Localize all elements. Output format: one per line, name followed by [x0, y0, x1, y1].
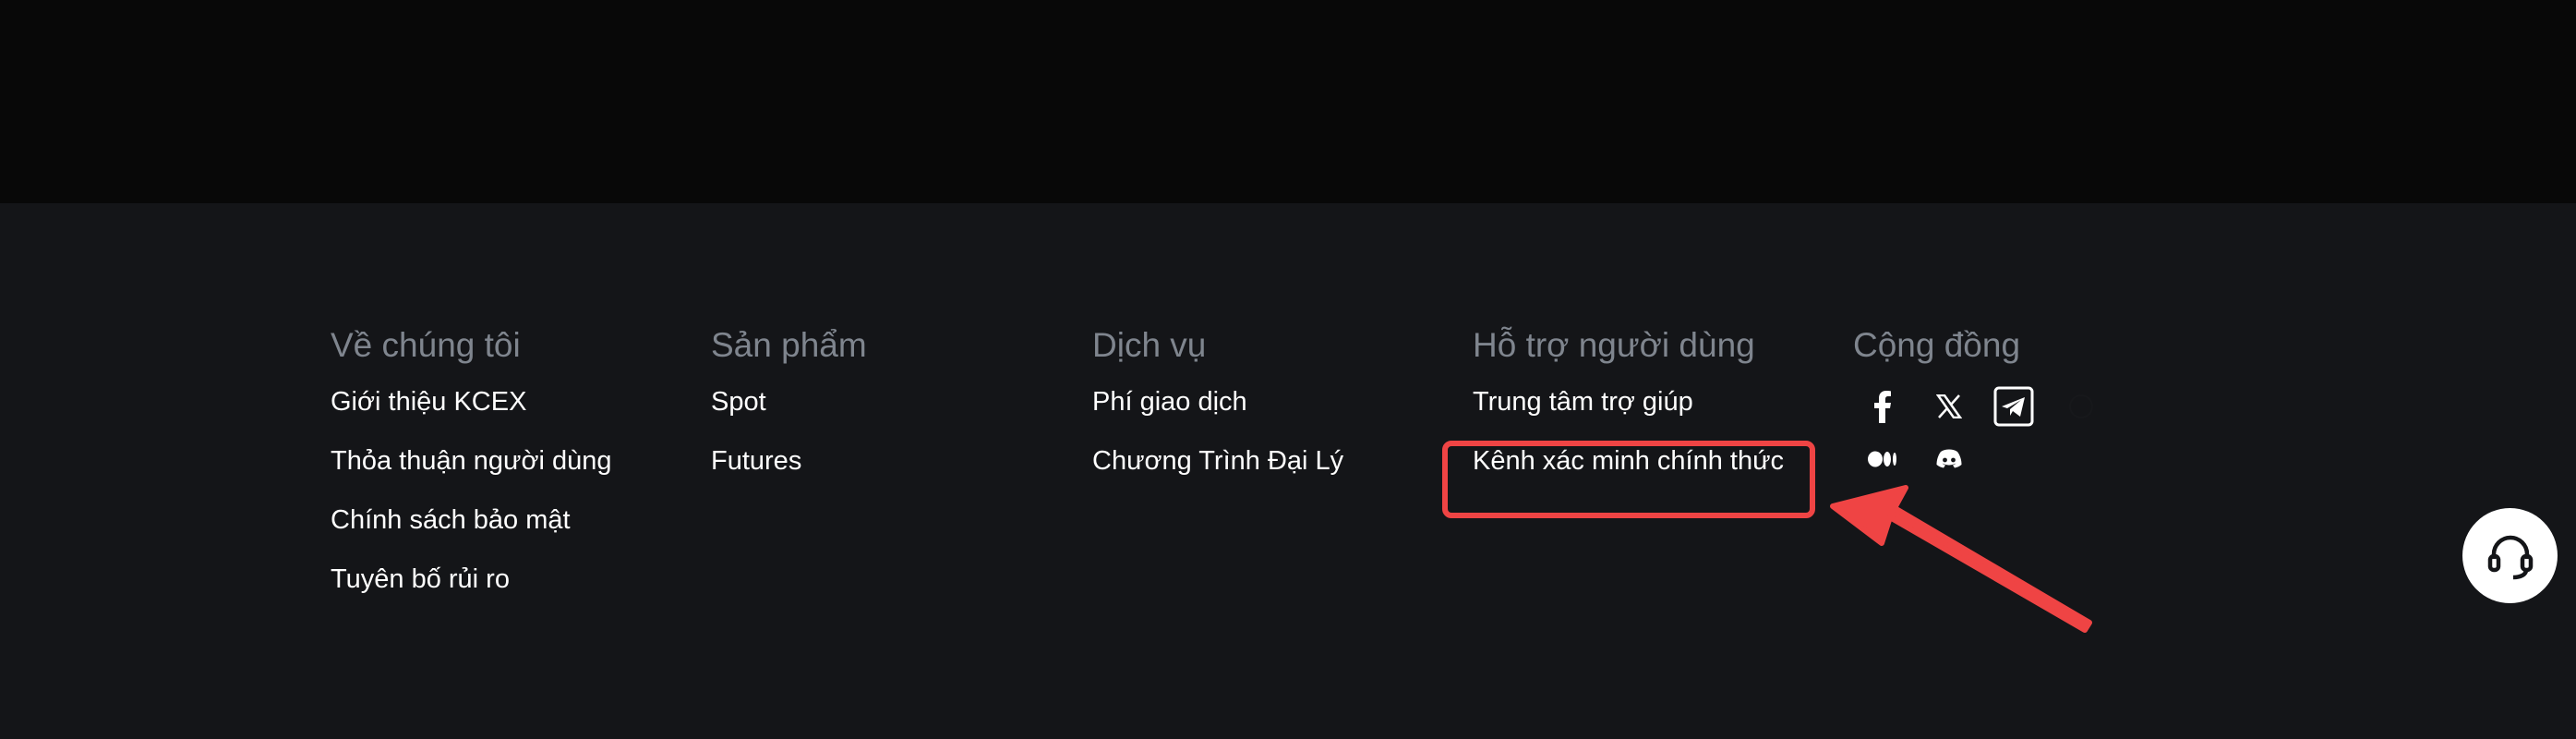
- footer-column-services: Dịch vụ Phí giao dịch Chương Trình Đại L…: [1092, 325, 1343, 504]
- link-user-agreement[interactable]: Thỏa thuận người dùng: [331, 445, 612, 504]
- telegram-icon[interactable]: [1993, 386, 2034, 427]
- customer-support-button[interactable]: [2462, 508, 2558, 603]
- hidden-icon[interactable]: [2061, 386, 2101, 427]
- discord-icon[interactable]: [1929, 439, 1969, 479]
- link-futures[interactable]: Futures: [711, 445, 867, 504]
- column-heading: Cộng đồng: [1853, 326, 2021, 364]
- x-twitter-icon[interactable]: [1929, 386, 1969, 427]
- column-heading: Sản phẩm: [711, 326, 867, 364]
- footer-column-user-support: Hỗ trợ người dùng Trung tâm trợ giúp Kên…: [1473, 325, 1784, 504]
- headset-icon: [2487, 535, 2533, 579]
- link-list: Spot Futures: [711, 386, 867, 504]
- footer-column-products: Sản phẩm Spot Futures: [711, 325, 867, 504]
- link-help-center[interactable]: Trung tâm trợ giúp: [1473, 386, 1784, 445]
- footer-column-about: Về chúng tôi Giới thiệu KCEX Thỏa thuận …: [331, 325, 612, 623]
- link-about-kcex[interactable]: Giới thiệu KCEX: [331, 386, 612, 445]
- link-privacy-policy[interactable]: Chính sách bảo mật: [331, 504, 612, 563]
- link-official-verification[interactable]: Kênh xác minh chính thức: [1473, 445, 1784, 504]
- link-list: Phí giao dịch Chương Trình Đại Lý: [1092, 386, 1343, 504]
- link-trading-fees[interactable]: Phí giao dịch: [1092, 386, 1343, 445]
- link-affiliate-program[interactable]: Chương Trình Đại Lý: [1092, 445, 1343, 504]
- link-spot[interactable]: Spot: [711, 386, 867, 445]
- column-heading: Hỗ trợ người dùng: [1473, 326, 1755, 364]
- medium-icon[interactable]: [1862, 439, 1903, 479]
- link-risk-disclosure[interactable]: Tuyên bố rủi ro: [331, 563, 612, 623]
- column-heading: Về chúng tôi: [331, 326, 521, 364]
- column-heading: Dịch vụ: [1092, 326, 1207, 364]
- link-list: Giới thiệu KCEX Thỏa thuận người dùng Ch…: [331, 386, 612, 623]
- page-top-band: [0, 0, 2576, 203]
- footer-column-community: Cộng đồng: [1853, 325, 2130, 497]
- site-footer: Về chúng tôi Giới thiệu KCEX Thỏa thuận …: [0, 203, 2576, 739]
- facebook-icon[interactable]: [1862, 386, 1903, 427]
- link-list: Trung tâm trợ giúp Kênh xác minh chính t…: [1473, 386, 1784, 504]
- social-icons: [1853, 386, 2130, 497]
